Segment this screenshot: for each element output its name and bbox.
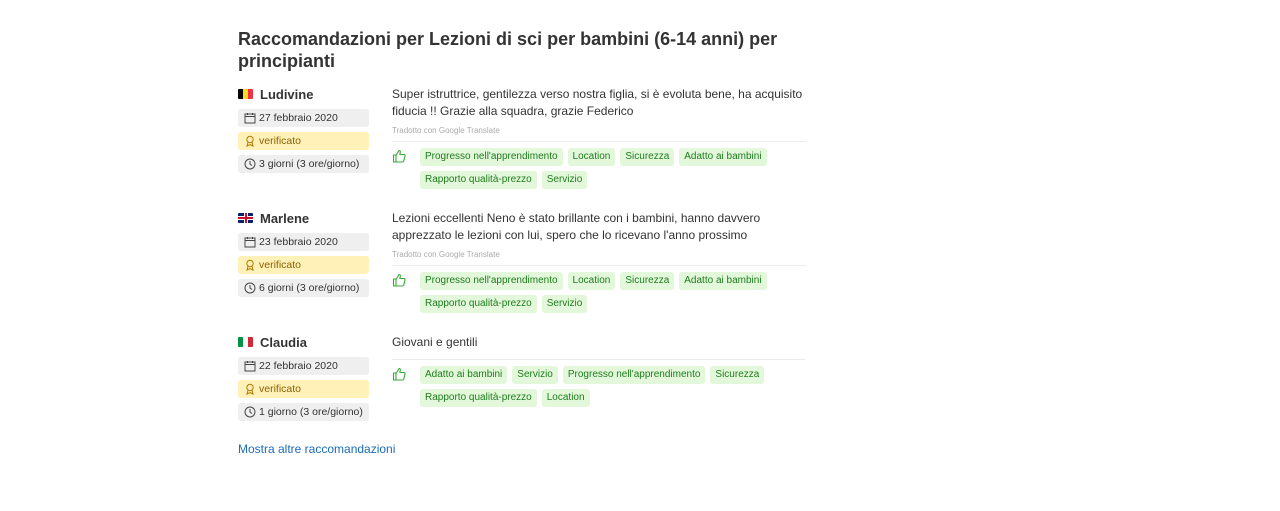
- reviewer-name: Marlene: [260, 210, 310, 226]
- calendar-icon: [244, 361, 256, 372]
- award-icon: [246, 135, 254, 147]
- lesson-duration-text: 1 giorno (3 ore/giorno): [259, 406, 363, 418]
- review-item: Claudia 22 febbraio 2020 verificato 1 gi…: [238, 332, 808, 426]
- reviewer-name: Ludivine: [260, 86, 314, 102]
- divider: [392, 359, 806, 360]
- review-meta: Marlene 23 febbraio 2020 verificato 6 gi…: [238, 208, 392, 318]
- tag: Progresso nell'apprendimento: [562, 366, 706, 384]
- review-body: Lezioni eccellenti Neno è stato brillant…: [392, 208, 806, 318]
- clock-icon: [244, 158, 256, 170]
- review-meta: Claudia 22 febbraio 2020 verificato 1 gi…: [238, 332, 392, 426]
- translation-note: Tradotto con Google Translate: [392, 250, 500, 259]
- thumbs-up-icon: [392, 367, 406, 381]
- thumbs-up-icon: [392, 149, 406, 163]
- tag: Servizio: [541, 295, 588, 313]
- tag-list: Progresso nell'apprendimento Location Si…: [420, 148, 806, 194]
- calendar-icon: [244, 113, 256, 124]
- tag: Adatto ai bambini: [679, 148, 767, 166]
- verified-text: verificato: [259, 259, 302, 271]
- translation-note: Tradotto con Google Translate: [392, 126, 500, 135]
- lesson-duration: 3 giorni (3 ore/giorno): [238, 155, 369, 173]
- tag: Adatto ai bambini: [679, 272, 767, 290]
- uk-flag-icon: [238, 213, 253, 223]
- tag: Progresso nell'apprendimento: [420, 272, 563, 290]
- tag: Rapporto qualità-prezzo: [420, 171, 537, 189]
- italy-flag-icon: [238, 337, 253, 347]
- clock-icon: [244, 406, 256, 418]
- lesson-duration-text: 6 giorni (3 ore/giorno): [259, 282, 360, 294]
- tag: Progresso nell'apprendimento: [420, 148, 563, 166]
- reviewer-name: Claudia: [260, 334, 307, 350]
- verified-badge: verificato: [238, 380, 369, 398]
- recommendations-section: Raccomandazioni per Lezioni di sci per b…: [238, 28, 808, 458]
- review-body: Giovani e gentili Adatto ai bambini Serv…: [392, 332, 806, 426]
- tag: Sicurezza: [620, 272, 675, 290]
- tag: Location: [567, 272, 616, 290]
- tag: Servizio: [541, 171, 588, 189]
- lesson-duration: 1 giorno (3 ore/giorno): [238, 403, 369, 421]
- review-text: Super istruttrice, gentilezza verso nost…: [392, 87, 803, 118]
- award-icon: [246, 383, 254, 395]
- review-meta: Ludivine 27 febbraio 2020 verificato 3 g…: [238, 84, 392, 194]
- review-text: Giovani e gentili: [392, 335, 478, 349]
- tag: Location: [541, 389, 590, 407]
- divider: [392, 141, 806, 142]
- review-date-text: 23 febbraio 2020: [259, 236, 338, 248]
- verified-badge: verificato: [238, 256, 369, 274]
- review-date: 23 febbraio 2020: [238, 233, 369, 251]
- review-date-text: 22 febbraio 2020: [259, 360, 338, 372]
- verified-text: verificato: [259, 135, 302, 147]
- review-date: 22 febbraio 2020: [238, 357, 369, 375]
- tag: Location: [567, 148, 616, 166]
- review-date: 27 febbraio 2020: [238, 109, 369, 127]
- belgium-flag-icon: [238, 89, 253, 99]
- tag: Sicurezza: [620, 148, 675, 166]
- review-item: Marlene 23 febbraio 2020 verificato 6 gi…: [238, 208, 808, 318]
- page-title: Raccomandazioni per Lezioni di sci per b…: [238, 29, 778, 71]
- review-text: Lezioni eccellenti Neno è stato brillant…: [392, 211, 761, 242]
- lesson-duration-text: 3 giorni (3 ore/giorno): [259, 158, 360, 170]
- tag-list: Progresso nell'apprendimento Location Si…: [420, 272, 806, 318]
- review-date-text: 27 febbraio 2020: [259, 112, 338, 124]
- tag: Sicurezza: [710, 366, 765, 384]
- thumbs-up-icon: [392, 273, 406, 287]
- award-icon: [246, 259, 254, 271]
- clock-icon: [244, 282, 256, 294]
- review-body: Super istruttrice, gentilezza verso nost…: [392, 84, 806, 194]
- lesson-duration: 6 giorni (3 ore/giorno): [238, 279, 369, 297]
- tag: Rapporto qualità-prezzo: [420, 389, 537, 407]
- verified-badge: verificato: [238, 132, 369, 150]
- divider: [392, 265, 806, 266]
- tag-list: Adatto ai bambini Servizio Progresso nel…: [420, 366, 806, 412]
- verified-text: verificato: [259, 383, 302, 395]
- review-item: Ludivine 27 febbraio 2020 verificato 3 g…: [238, 84, 808, 194]
- tag: Rapporto qualità-prezzo: [420, 295, 537, 313]
- tag: Adatto ai bambini: [420, 366, 508, 384]
- calendar-icon: [244, 237, 256, 248]
- show-more-recommendations-link[interactable]: Mostra altre raccomandazioni: [238, 442, 395, 456]
- tag: Servizio: [512, 366, 558, 384]
